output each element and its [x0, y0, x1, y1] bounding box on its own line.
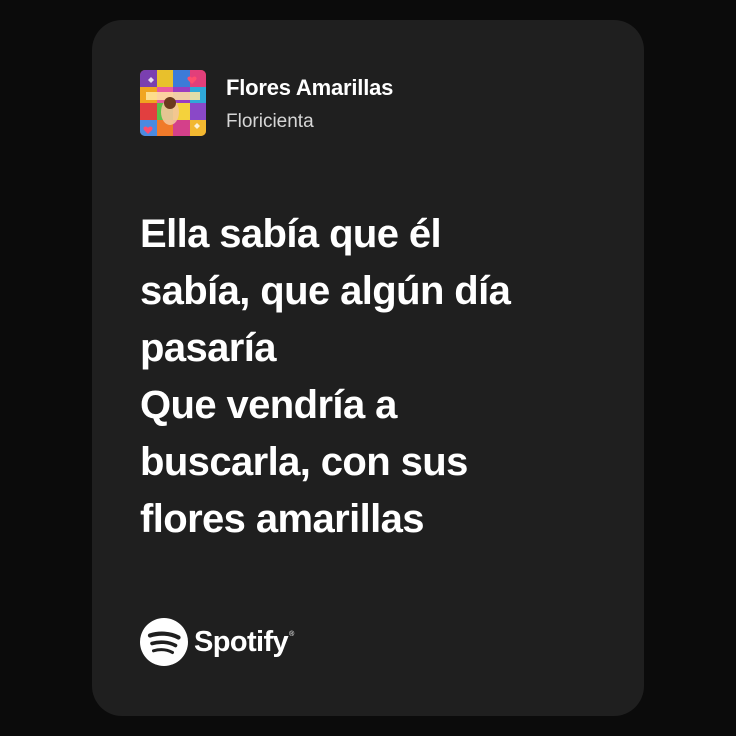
- lyric-line: buscarla, con sus: [140, 440, 468, 484]
- lyric-line: Que vendría a: [140, 383, 397, 427]
- track-artist: Floricienta: [226, 111, 314, 132]
- album-cover-image: [140, 70, 206, 136]
- spotify-wordmark: Spotify: [194, 625, 289, 658]
- lyrics-text: Ella sabía que él sabía, que algún día p…: [140, 206, 620, 548]
- track-title: Flores Amarillas: [226, 75, 394, 100]
- lyric-line: sabía, que algún día: [140, 269, 511, 313]
- lyric-line: Ella sabía que él: [140, 212, 442, 256]
- spotify-logo-icon: [140, 618, 188, 666]
- lyric-line: pasaría: [140, 326, 277, 370]
- lyrics-share-card: Flores Amarillas Floricienta Ella sabía …: [92, 20, 644, 716]
- lyric-line: flores amarillas: [140, 497, 425, 541]
- spotify-branding: Spotify ®: [140, 617, 294, 667]
- registered-mark: ®: [289, 631, 295, 638]
